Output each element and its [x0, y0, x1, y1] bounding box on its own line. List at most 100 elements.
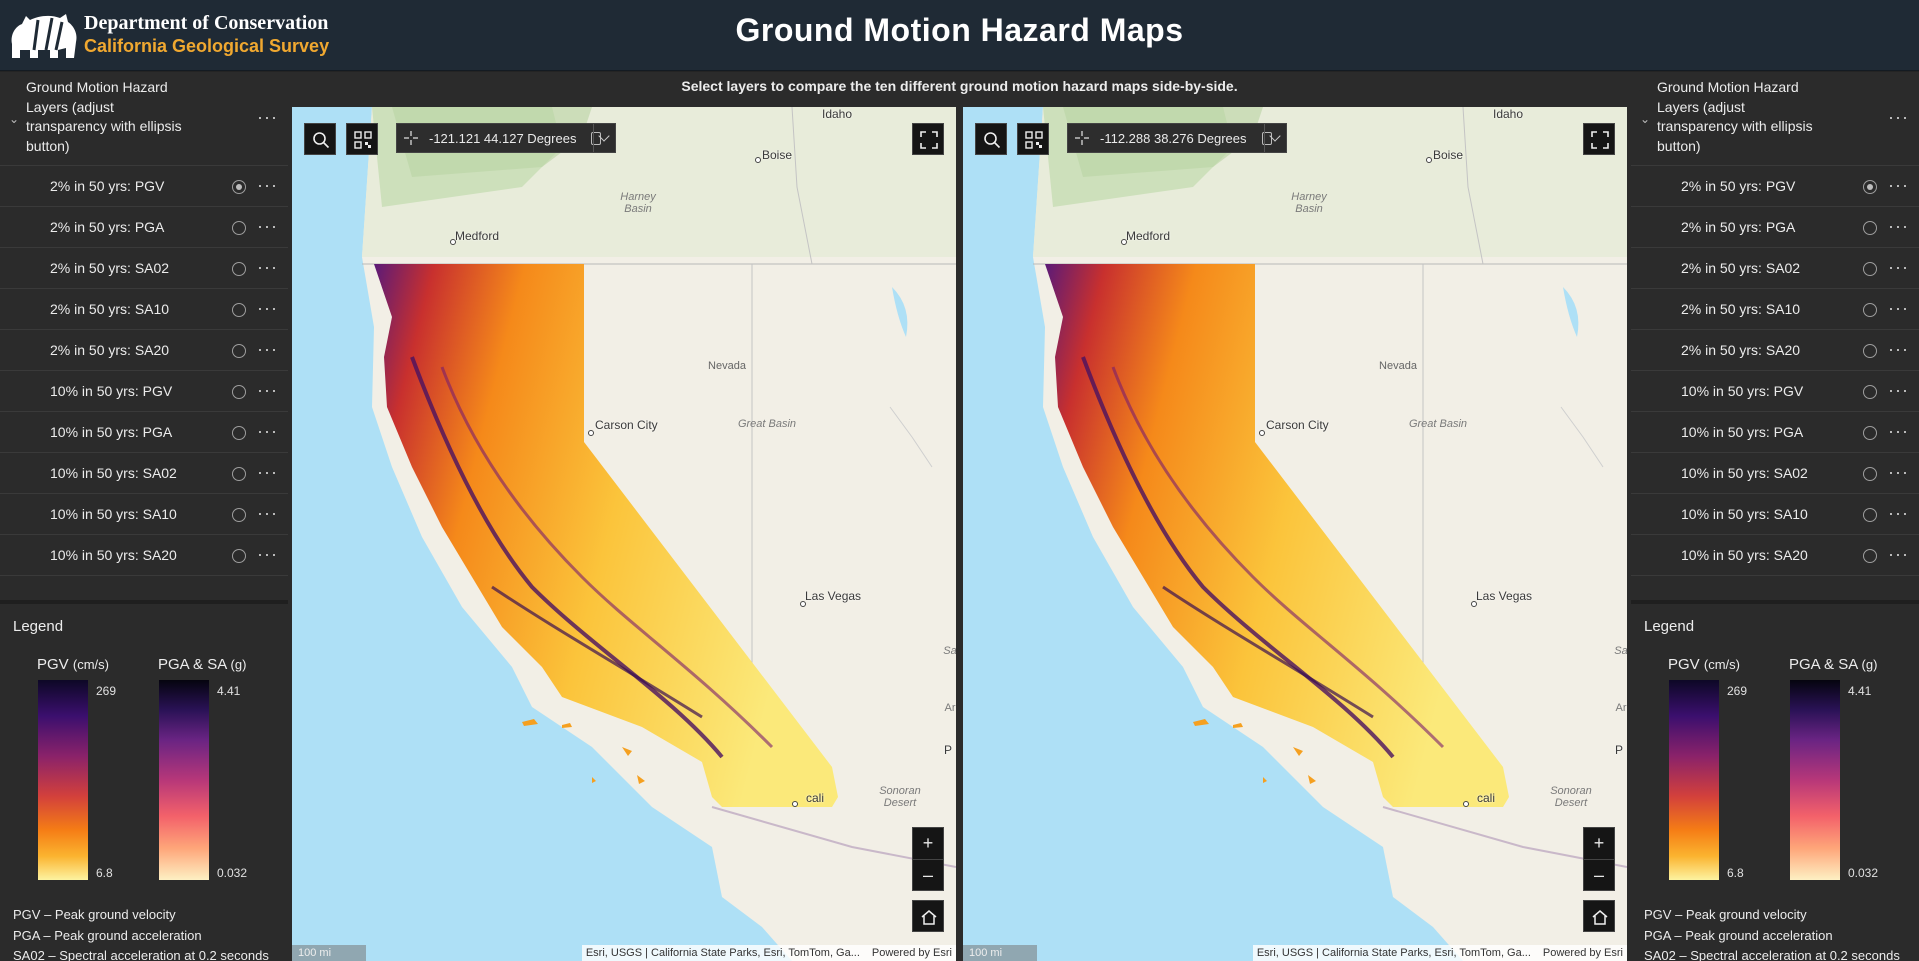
layer-item[interactable]: 10% in 50 yrs: SA20 ··· [0, 535, 288, 576]
layer-radio[interactable] [232, 426, 246, 440]
more-options-icon[interactable]: ··· [1888, 463, 1909, 481]
layer-item[interactable]: 10% in 50 yrs: SA02 ··· [0, 453, 288, 494]
attribution-text[interactable]: Esri, USGS | California State Parks, Esr… [1257, 947, 1531, 959]
layer-item[interactable]: 10% in 50 yrs: SA02 ··· [1631, 453, 1919, 494]
layer-radio[interactable] [1863, 426, 1877, 440]
search-button[interactable] [304, 123, 336, 155]
more-options-icon[interactable]: ··· [257, 299, 278, 317]
app-header: Department of Conservation California Ge… [0, 0, 1919, 71]
right-map-view[interactable]: Idaho Boise Harney Basin Medford Nevada … [963, 107, 1627, 961]
more-options-icon[interactable]: ··· [257, 340, 278, 358]
region-label: Nevada [1379, 360, 1417, 372]
more-options-icon[interactable]: ··· [257, 463, 278, 481]
legend-definitions: PGV – Peak ground velocity PGA – Peak gr… [1644, 905, 1900, 961]
search-button[interactable] [975, 123, 1007, 155]
more-options-icon[interactable]: ··· [257, 108, 278, 126]
layer-item[interactable]: 10% in 50 yrs: PGA ··· [1631, 412, 1919, 453]
layer-radio[interactable] [232, 385, 246, 399]
layer-item[interactable]: 2% in 50 yrs: SA20 ··· [0, 330, 288, 371]
chevron-down-icon[interactable] [593, 124, 615, 152]
more-options-icon[interactable]: ··· [1888, 217, 1909, 235]
zoom-out-button[interactable]: – [913, 859, 943, 890]
pgv-max: 269 [96, 684, 117, 698]
coordinate-widget[interactable]: -121.121 44.127 Degrees [396, 123, 616, 153]
layer-item[interactable]: 10% in 50 yrs: PGA ··· [0, 412, 288, 453]
chevron-down-icon[interactable] [1264, 124, 1286, 152]
layer-radio[interactable] [1863, 180, 1877, 194]
layer-radio[interactable] [1863, 508, 1877, 522]
attribution-text[interactable]: Esri, USGS | California State Parks, Esr… [586, 947, 860, 959]
more-options-icon[interactable]: ··· [1888, 258, 1909, 276]
layer-radio[interactable] [1863, 467, 1877, 481]
layer-item[interactable]: 2% in 50 yrs: PGA ··· [1631, 207, 1919, 248]
more-options-icon[interactable]: ··· [1888, 176, 1909, 194]
more-options-icon[interactable]: ··· [1888, 504, 1909, 522]
home-icon [1592, 910, 1608, 925]
home-button[interactable] [912, 900, 944, 932]
layer-radio[interactable] [232, 344, 246, 358]
layer-radio[interactable] [232, 221, 246, 235]
layer-item[interactable]: 2% in 50 yrs: PGV ··· [0, 166, 288, 207]
layer-item[interactable]: 10% in 50 yrs: SA10 ··· [1631, 494, 1919, 535]
more-options-icon[interactable]: ··· [1888, 545, 1909, 563]
layer-item[interactable]: 10% in 50 yrs: SA10 ··· [0, 494, 288, 535]
layer-item[interactable]: 2% in 50 yrs: PGA ··· [0, 207, 288, 248]
definition-sa02: SA02 – Spectral acceleration at 0.2 seco… [13, 948, 269, 961]
more-options-icon[interactable]: ··· [257, 258, 278, 276]
more-options-icon[interactable]: ··· [1888, 299, 1909, 317]
left-map-view[interactable]: Idaho Boise Harney Basin Medford Nevada … [292, 107, 956, 961]
map-attribution[interactable]: Esri, USGS | California State Parks, Esr… [581, 945, 956, 961]
place-label: Boise [762, 148, 793, 162]
layer-item[interactable]: 2% in 50 yrs: SA10 ··· [0, 289, 288, 330]
qr-code-button[interactable] [346, 123, 378, 155]
fullscreen-button[interactable] [1583, 123, 1615, 155]
chevron-down-icon[interactable]: ⌄ [1640, 112, 1650, 126]
layer-item[interactable]: 2% in 50 yrs: SA02 ··· [0, 248, 288, 289]
qr-code-button[interactable] [1017, 123, 1049, 155]
layer-radio[interactable] [1863, 221, 1877, 235]
layer-radio[interactable] [1863, 303, 1877, 317]
layer-item[interactable]: 2% in 50 yrs: SA20 ··· [1631, 330, 1919, 371]
more-options-icon[interactable]: ··· [257, 176, 278, 194]
layer-radio[interactable] [1863, 385, 1877, 399]
more-options-icon[interactable]: ··· [257, 381, 278, 399]
more-options-icon[interactable]: ··· [1888, 381, 1909, 399]
layer-group-header[interactable]: ⌄ Ground Motion Hazard Layers (adjust tr… [0, 72, 288, 166]
more-options-icon[interactable]: ··· [257, 217, 278, 235]
fullscreen-button[interactable] [912, 123, 944, 155]
layer-label: 10% in 50 yrs: SA02 [50, 465, 177, 481]
map-attribution[interactable]: Esri, USGS | California State Parks, Esr… [1252, 945, 1627, 961]
more-options-icon[interactable]: ··· [1888, 108, 1909, 126]
zoom-in-button[interactable]: + [1584, 828, 1614, 859]
layer-group-header[interactable]: ⌄ Ground Motion Hazard Layers (adjust tr… [1631, 72, 1919, 166]
layer-item[interactable]: 10% in 50 yrs: PGV ··· [1631, 371, 1919, 412]
layer-radio[interactable] [232, 303, 246, 317]
layer-item[interactable]: 2% in 50 yrs: SA02 ··· [1631, 248, 1919, 289]
layer-radio[interactable] [1863, 549, 1877, 563]
layer-item[interactable]: 10% in 50 yrs: SA20 ··· [1631, 535, 1919, 576]
layer-item[interactable]: 2% in 50 yrs: SA10 ··· [1631, 289, 1919, 330]
home-button[interactable] [1583, 900, 1615, 932]
region-label: Ar [1615, 702, 1627, 714]
zoom-out-button[interactable]: – [1584, 859, 1614, 890]
layer-radio[interactable] [232, 549, 246, 563]
coordinate-widget[interactable]: -112.288 38.276 Degrees [1067, 123, 1287, 153]
more-options-icon[interactable]: ··· [257, 545, 278, 563]
layer-radio[interactable] [232, 508, 246, 522]
layer-radio[interactable] [232, 180, 246, 194]
layer-item[interactable]: 2% in 50 yrs: PGV ··· [1631, 166, 1919, 207]
zoom-in-button[interactable]: + [913, 828, 943, 859]
layer-item[interactable]: 10% in 50 yrs: PGV ··· [0, 371, 288, 412]
layer-radio[interactable] [1863, 344, 1877, 358]
more-options-icon[interactable]: ··· [257, 504, 278, 522]
layer-radio[interactable] [232, 262, 246, 276]
powered-by-esri[interactable]: Powered by Esri [1543, 947, 1623, 959]
more-options-icon[interactable]: ··· [257, 422, 278, 440]
more-options-icon[interactable]: ··· [1888, 422, 1909, 440]
more-options-icon[interactable]: ··· [1888, 340, 1909, 358]
place-label: Idaho [1493, 107, 1524, 121]
layer-radio[interactable] [1863, 262, 1877, 276]
layer-radio[interactable] [232, 467, 246, 481]
powered-by-esri[interactable]: Powered by Esri [872, 947, 952, 959]
chevron-down-icon[interactable]: ⌄ [9, 112, 19, 126]
